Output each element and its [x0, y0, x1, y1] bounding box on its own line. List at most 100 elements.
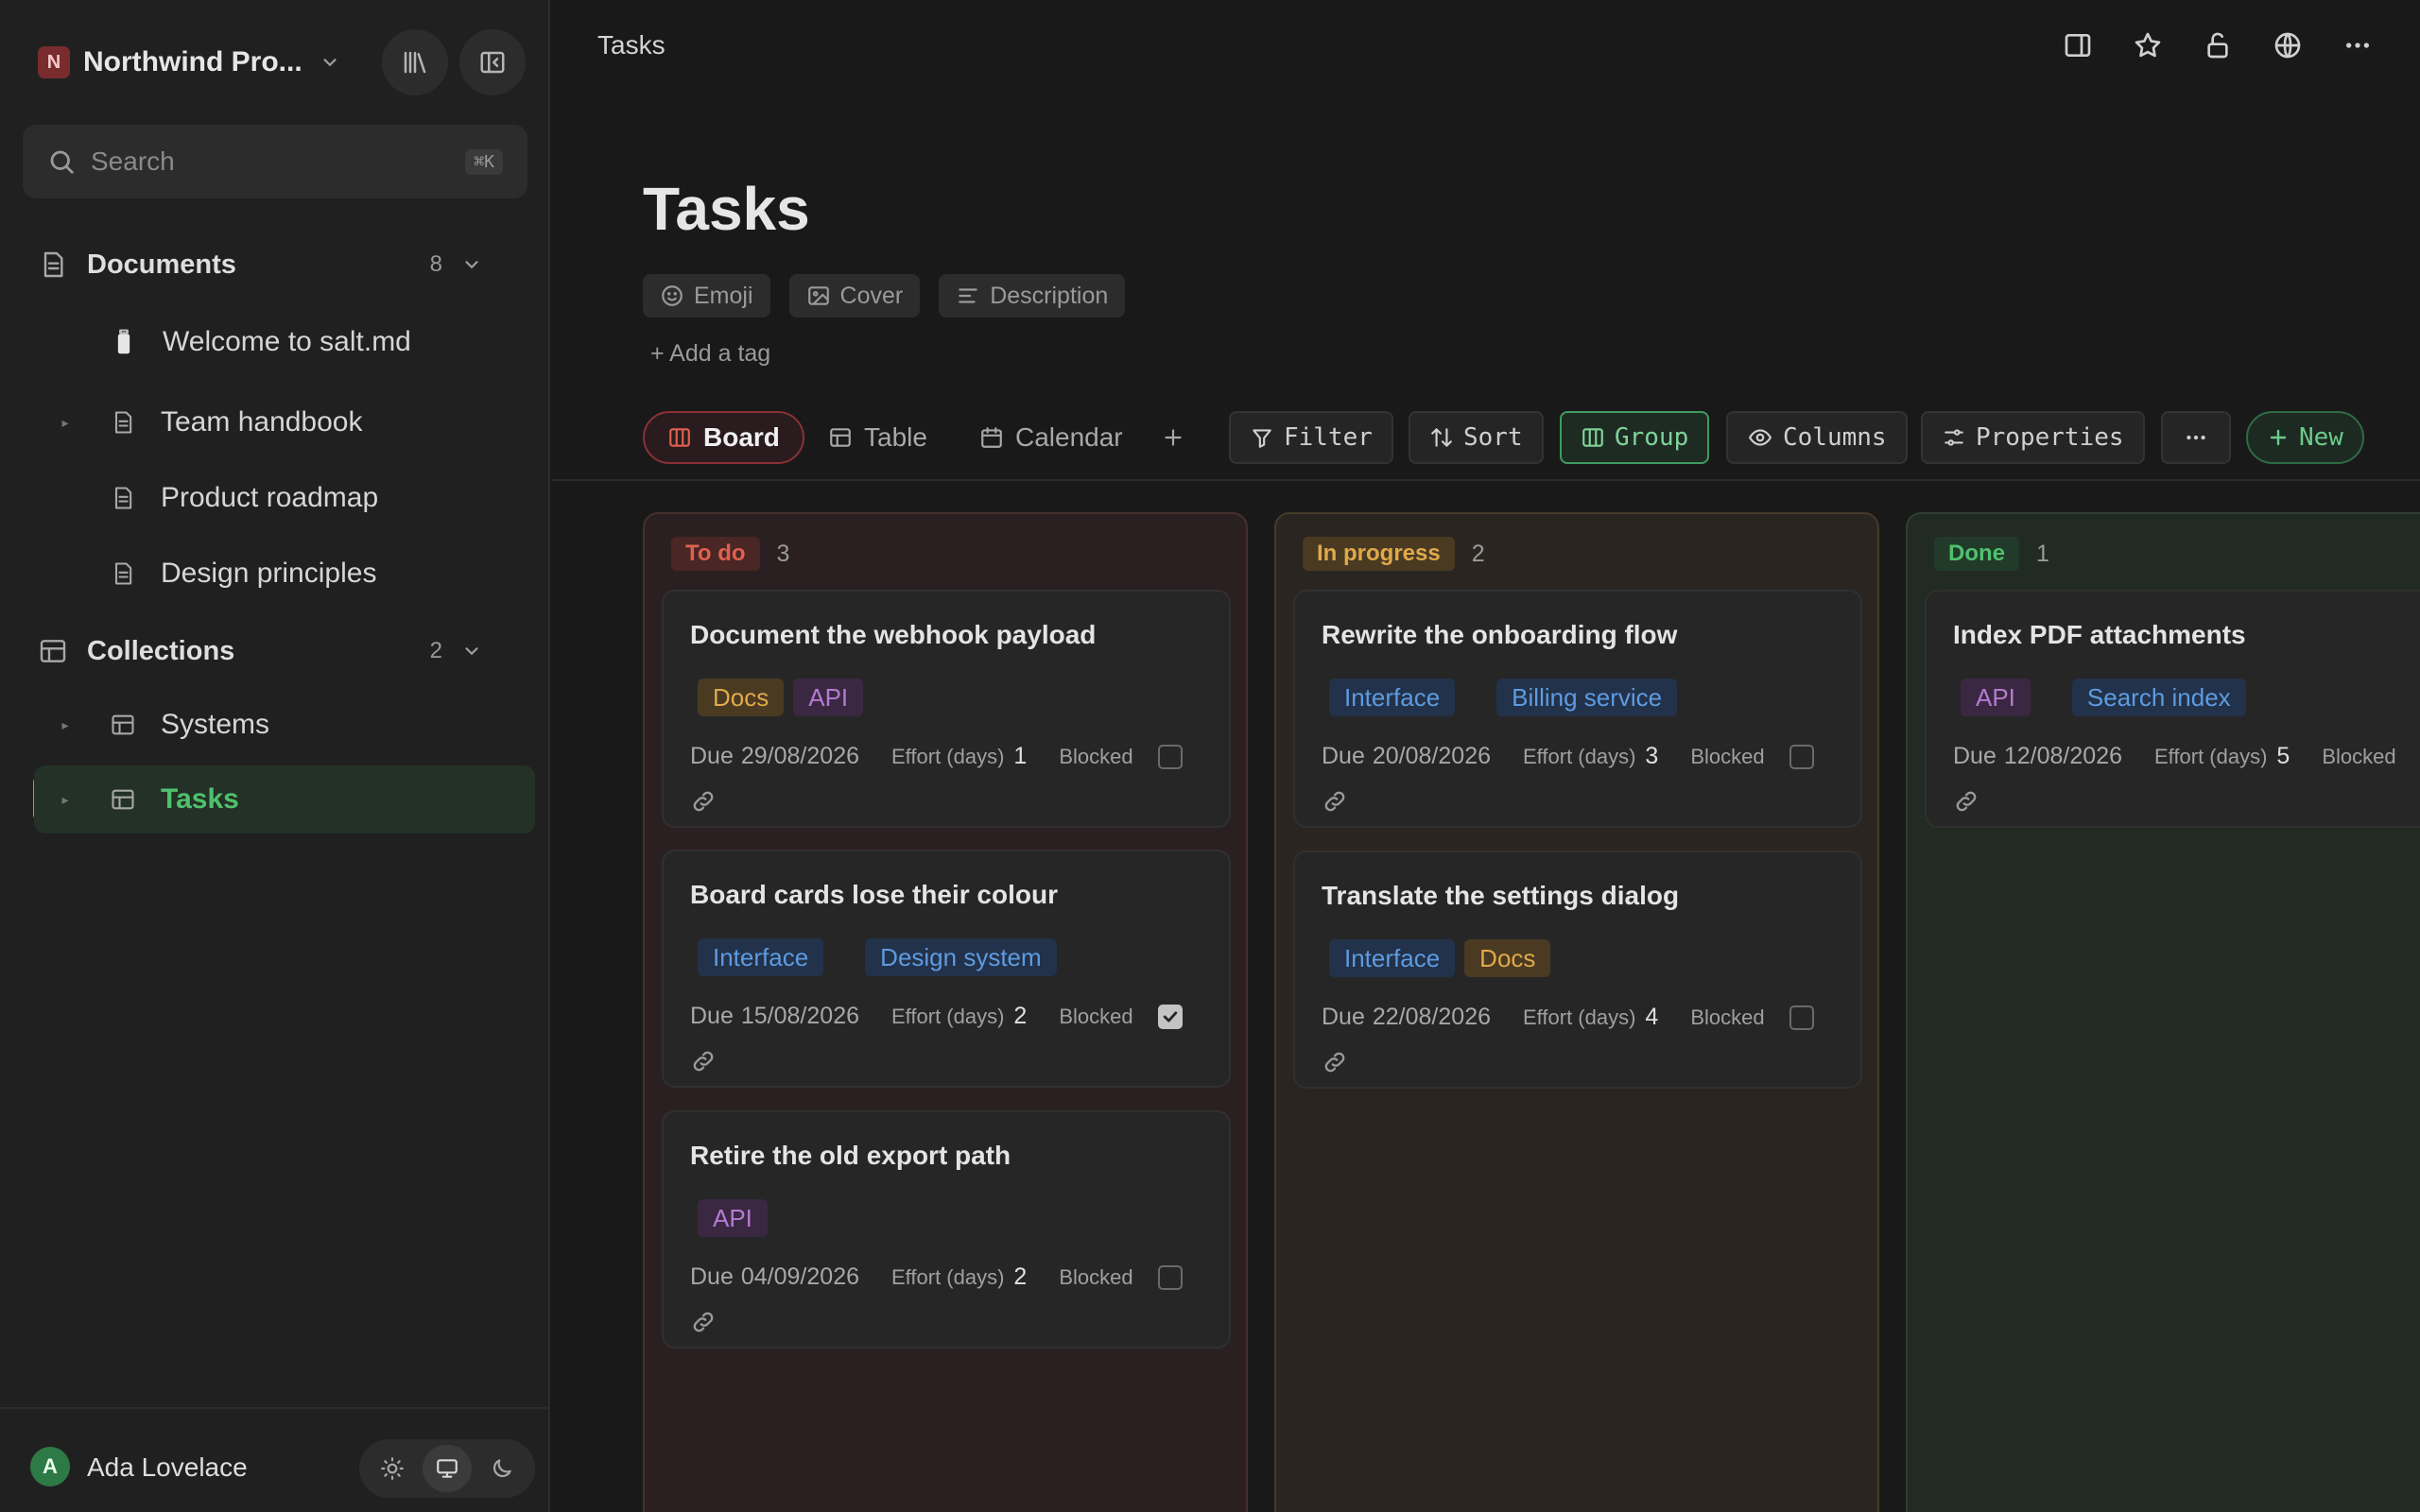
split-view-button[interactable] — [2059, 26, 2097, 64]
sidebar-item-team-handbook[interactable]: ▸ Team handbook — [34, 388, 535, 456]
sidebar-item-label: Product roadmap — [161, 482, 379, 513]
tag: Design system — [865, 938, 1057, 976]
effort-label: Effort (days) — [2154, 744, 2268, 768]
add-cover-button[interactable]: Cover — [788, 274, 921, 318]
effort-value: 2 — [1013, 1003, 1028, 1029]
status-badge: Done — [1934, 537, 2019, 571]
page-meta-actions: Emoji Cover Description — [643, 274, 1126, 318]
link-icon[interactable] — [690, 1048, 717, 1074]
chevron-down-icon[interactable] — [461, 641, 482, 662]
chevron-down-icon[interactable] — [461, 254, 482, 275]
section-collections[interactable]: Collections 2 — [38, 630, 482, 672]
link-icon[interactable] — [1322, 788, 1348, 815]
card-properties: Due 29/08/2026 Effort (days) 1 Blocked — [690, 743, 1183, 770]
section-collections-count: 2 — [429, 638, 442, 663]
workspace-name: Northwind Pro... — [83, 46, 302, 77]
add-emoji-button[interactable]: Emoji — [643, 274, 770, 318]
add-view-button[interactable] — [1148, 411, 1210, 464]
add-description-button[interactable]: Description — [939, 274, 1126, 318]
light-theme-button[interactable] — [368, 1445, 417, 1492]
blocked-label: Blocked — [1059, 1264, 1133, 1289]
blocked-label: Blocked — [1690, 1005, 1765, 1029]
board-card[interactable]: Rewrite the onboarding flow Interface Bi… — [1293, 590, 1862, 828]
filter-button[interactable]: Filter — [1229, 411, 1393, 464]
document-icon — [110, 560, 136, 587]
link-icon[interactable] — [1322, 1049, 1348, 1075]
expand-triangle-icon[interactable]: ▸ — [51, 717, 79, 733]
column-header[interactable]: Done 1 — [1934, 537, 2049, 571]
blocked-checkbox[interactable] — [1789, 744, 1814, 769]
monitor-icon — [434, 1456, 460, 1481]
sort-button[interactable]: Sort — [1409, 411, 1544, 464]
sidebar-item-label: Team handbook — [161, 406, 363, 438]
board-card[interactable]: Index PDF attachments API Search index D… — [1925, 590, 2420, 828]
blocked-checkbox[interactable] — [1157, 1264, 1183, 1290]
toolbar-more-button[interactable] — [2161, 411, 2231, 464]
due-label: Due — [690, 1003, 734, 1029]
card-properties: Due 20/08/2026 Effort (days) 3 Blocked — [1322, 743, 1814, 770]
expand-triangle-icon[interactable]: ▸ — [51, 792, 79, 808]
blocked-checkbox[interactable] — [1157, 1004, 1183, 1029]
tab-calendar[interactable]: Calendar — [957, 411, 1146, 464]
search-input[interactable]: Search ⌘K — [23, 125, 527, 198]
favorite-button[interactable] — [2129, 26, 2167, 64]
card-tags: API Search index — [1961, 679, 2246, 716]
card-title: Translate the settings dialog — [1322, 881, 1680, 910]
tag: Docs — [698, 679, 785, 716]
workspace-switcher[interactable]: N Northwind Pro... — [38, 43, 340, 81]
user-name[interactable]: Ada Lovelace — [87, 1452, 248, 1483]
workspace-badge: N — [38, 46, 70, 78]
card-tags: Interface Docs — [1329, 939, 1551, 977]
effort-value: 1 — [1013, 743, 1028, 769]
properties-button[interactable]: Properties — [1921, 411, 2145, 464]
new-card-button[interactable]: New — [2246, 411, 2364, 464]
blocked-checkbox[interactable] — [1157, 744, 1183, 769]
card-tags: API — [698, 1199, 768, 1237]
dark-theme-button[interactable] — [477, 1445, 527, 1492]
lock-button[interactable] — [2199, 26, 2237, 64]
blocked-checkbox[interactable] — [1789, 1005, 1814, 1030]
sidebar-item-tasks[interactable]: ▸ Tasks — [34, 765, 535, 833]
tab-board[interactable]: Board — [643, 411, 804, 464]
sidebar-collapse-icon — [478, 48, 507, 77]
sidebar-item-design-principles[interactable]: Design principles — [34, 540, 535, 608]
link-icon[interactable] — [690, 1309, 717, 1335]
collapse-sidebar-button[interactable] — [459, 29, 526, 95]
group-button[interactable]: Group — [1560, 411, 1710, 464]
board-card[interactable]: Translate the settings dialog Interface … — [1293, 850, 1862, 1089]
due-label: Due — [1953, 743, 1996, 769]
link-icon[interactable] — [1953, 788, 1979, 815]
card-tags: Interface Billing service — [1329, 679, 1678, 716]
columns-button[interactable]: Columns — [1726, 411, 1908, 464]
more-button[interactable] — [2339, 26, 2377, 64]
avatar[interactable]: A — [30, 1447, 70, 1486]
effort-value: 4 — [1645, 1004, 1659, 1030]
page-title[interactable]: Tasks — [643, 174, 810, 244]
library-button[interactable] — [382, 29, 448, 95]
status-badge: To do — [671, 537, 760, 571]
due-date: 20/08/2026 — [1372, 743, 1491, 769]
sidebar-item-welcome[interactable]: Welcome to salt.md — [34, 308, 535, 376]
unlock-icon — [2203, 30, 2233, 60]
sidebar-item-systems[interactable]: ▸ Systems — [34, 691, 535, 759]
column-count: 3 — [776, 540, 790, 567]
sort-icon — [1429, 425, 1463, 450]
add-tag-button[interactable]: + Add a tag — [650, 340, 770, 368]
section-documents[interactable]: Documents 8 — [38, 244, 482, 285]
due-date: 12/08/2026 — [2003, 743, 2122, 769]
tab-table[interactable]: Table — [805, 411, 950, 464]
column-header[interactable]: To do 3 — [671, 537, 789, 571]
publish-button[interactable] — [2269, 26, 2307, 64]
link-icon[interactable] — [690, 788, 717, 815]
card-tags: Docs API — [698, 679, 864, 716]
board-card[interactable]: Board cards lose their colour Interface … — [662, 850, 1231, 1088]
system-theme-button[interactable] — [423, 1445, 472, 1492]
sidebar-item-product-roadmap[interactable]: Product roadmap — [34, 464, 535, 532]
board-card[interactable]: Document the webhook payload Docs API Du… — [662, 590, 1231, 828]
filter-icon — [1250, 425, 1284, 450]
column-header[interactable]: In progress 2 — [1303, 537, 1485, 571]
toolbar-divider — [552, 479, 2420, 481]
board-card[interactable]: Retire the old export path API Due 04/09… — [662, 1110, 1231, 1349]
card-title: Board cards lose their colour — [690, 880, 1058, 909]
expand-triangle-icon[interactable]: ▸ — [51, 415, 79, 431]
